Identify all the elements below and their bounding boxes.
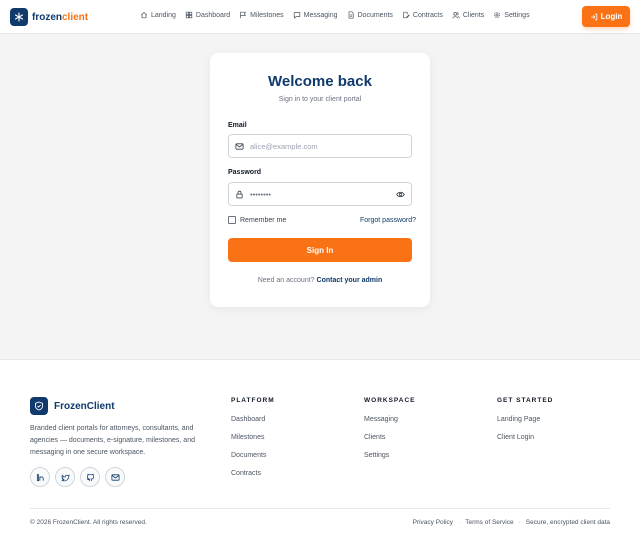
legal-links: Privacy Policy · Terms of Service · Secu… [413,519,610,526]
footer-link-documents[interactable]: Documents [231,452,275,459]
footer: FrozenClient Branded client portals for … [0,359,640,546]
snowflake-icon [10,8,28,26]
brand-logo[interactable]: frozenclient [10,8,88,26]
top-navbar: frozenclient Landing Dashboard Milestone… [0,0,640,34]
footer-link-dashboard[interactable]: Dashboard [231,416,275,423]
users-icon [452,12,460,19]
linkedin-icon[interactable] [30,467,50,487]
footer-link-milestones[interactable]: Milestones [231,434,275,441]
email-label: Email [228,122,247,129]
remember-checkbox[interactable] [228,216,236,224]
brand-name: frozenclient [32,11,89,23]
contract-icon [403,11,410,19]
nav-contracts[interactable]: Contracts [402,11,443,19]
forgot-password-link[interactable]: Forgot password? [360,217,416,224]
login-card: Welcome back Sign in to your client port… [210,53,430,307]
password-label: Password [228,169,262,176]
password-placeholder: •••••••• [250,189,272,199]
privacy-link[interactable]: Privacy Policy [413,519,453,526]
eye-icon[interactable] [396,190,405,199]
email-input[interactable]: alice@example.com [228,134,412,158]
grid-icon [185,11,193,19]
email-placeholder: alice@example.com [250,141,318,151]
document-icon [348,11,354,19]
main-nav: Landing Dashboard Milestones Messaging D… [140,11,530,19]
remember-me[interactable]: Remember me [228,216,286,224]
login-icon [590,13,597,20]
password-input[interactable]: •••••••• [228,182,412,206]
mail-icon [235,142,244,150]
secure-note: Secure, encrypted client data [525,519,610,526]
footer-link-settings[interactable]: Settings [364,452,416,459]
footer-column-platform: PLATFORM Dashboard Milestones Documents … [231,397,275,477]
nav-documents[interactable]: Documents [347,11,393,19]
github-icon[interactable] [80,467,100,487]
sign-in-button[interactable]: Sign In [228,238,412,262]
home-icon [140,11,148,19]
need-account-text: Need an account? Contact your admin [257,277,383,284]
nav-clients[interactable]: Clients [452,11,484,19]
twitter-icon[interactable] [55,467,75,487]
footer-column-workspace: WORKSPACE Messaging Clients Settings [364,397,416,459]
flag-icon [240,11,247,19]
login-button[interactable]: Login [582,6,630,27]
contact-admin-link[interactable]: Contact your admin [317,277,383,284]
footer-link-client-login[interactable]: Client Login [497,434,553,441]
footer-link-landing-page[interactable]: Landing Page [497,416,553,423]
footer-link-clients[interactable]: Clients [364,434,416,441]
chat-icon [293,12,300,19]
footer-link-contracts[interactable]: Contracts [231,470,275,477]
gear-icon [494,11,501,19]
footer-description: Branded client portals for attorneys, co… [30,425,195,456]
separator-dot: · [458,519,461,526]
shield-icon [30,397,48,415]
nav-milestones[interactable]: Milestones [239,11,284,19]
login-title: Welcome back [268,73,372,90]
nav-dashboard[interactable]: Dashboard [185,11,230,19]
footer-divider [30,508,610,509]
login-subtitle: Sign in to your client portal [278,96,362,103]
footer-brand[interactable]: FrozenClient [30,397,115,415]
nav-settings[interactable]: Settings [493,11,530,19]
footer-link-messaging[interactable]: Messaging [364,416,416,423]
copyright: © 2026 FrozenClient. All rights reserved… [30,519,147,526]
separator-dot: · [518,519,521,526]
nav-landing[interactable]: Landing [140,11,176,19]
nav-messaging[interactable]: Messaging [293,11,338,19]
mail-icon[interactable] [105,467,125,487]
terms-link[interactable]: Terms of Service [465,519,513,526]
lock-icon [236,190,243,198]
footer-column-get-started: GET STARTED Landing Page Client Login [497,397,554,441]
social-links [30,467,125,487]
